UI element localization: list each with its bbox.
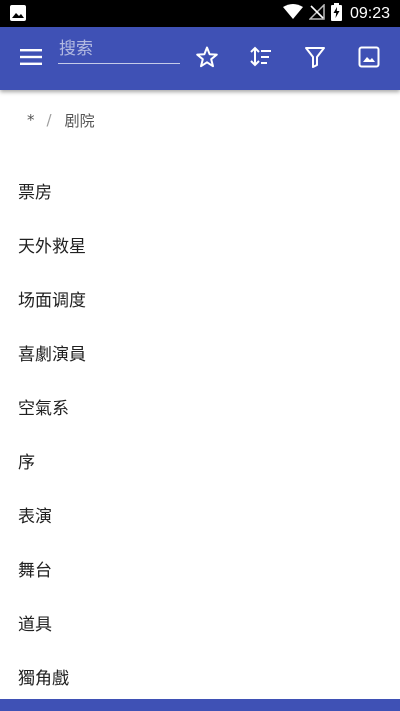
list-item[interactable]: 天外救星 (0, 217, 400, 271)
app-toolbar (0, 27, 400, 90)
image-button[interactable] (347, 27, 391, 90)
list-item[interactable]: 空氣系 (0, 379, 400, 433)
search-input[interactable] (58, 34, 180, 64)
star-icon (195, 45, 219, 73)
image-notification-icon (10, 5, 26, 25)
sort-icon (249, 45, 273, 73)
list-item[interactable]: 舞台 (0, 541, 400, 595)
no-signal-icon (308, 2, 325, 24)
bottom-bar (0, 699, 400, 711)
image-icon (358, 46, 380, 72)
list-item[interactable]: 喜劇演員 (0, 325, 400, 379)
list-item[interactable]: 獨角戲 (0, 649, 400, 703)
breadcrumb: * / 剧院 (27, 109, 95, 131)
menu-icon (20, 48, 42, 69)
sort-button[interactable] (239, 27, 283, 90)
term-list: 票房 天外救星 场面调度 喜劇演員 空氣系 序 表演 舞台 道具 獨角戲 (0, 163, 400, 703)
search-box (58, 34, 180, 68)
favorite-button[interactable] (185, 27, 229, 90)
list-item[interactable]: 表演 (0, 487, 400, 541)
filter-button[interactable] (293, 27, 337, 90)
list-item[interactable]: 道具 (0, 595, 400, 649)
list-item[interactable]: 场面调度 (0, 271, 400, 325)
battery-charging-icon (330, 2, 342, 25)
filter-icon (304, 45, 326, 73)
breadcrumb-current: 剧院 (64, 111, 95, 130)
wifi-icon (282, 3, 303, 24)
clock: 09:23 (349, 4, 390, 22)
breadcrumb-separator: / (46, 111, 52, 129)
menu-button[interactable] (9, 27, 53, 90)
status-bar: 09:23 (0, 0, 400, 27)
list-item[interactable]: 序 (0, 433, 400, 487)
status-icons: 09:23 (282, 0, 390, 27)
breadcrumb-root[interactable]: * (27, 111, 35, 129)
list-item[interactable]: 票房 (0, 163, 400, 217)
